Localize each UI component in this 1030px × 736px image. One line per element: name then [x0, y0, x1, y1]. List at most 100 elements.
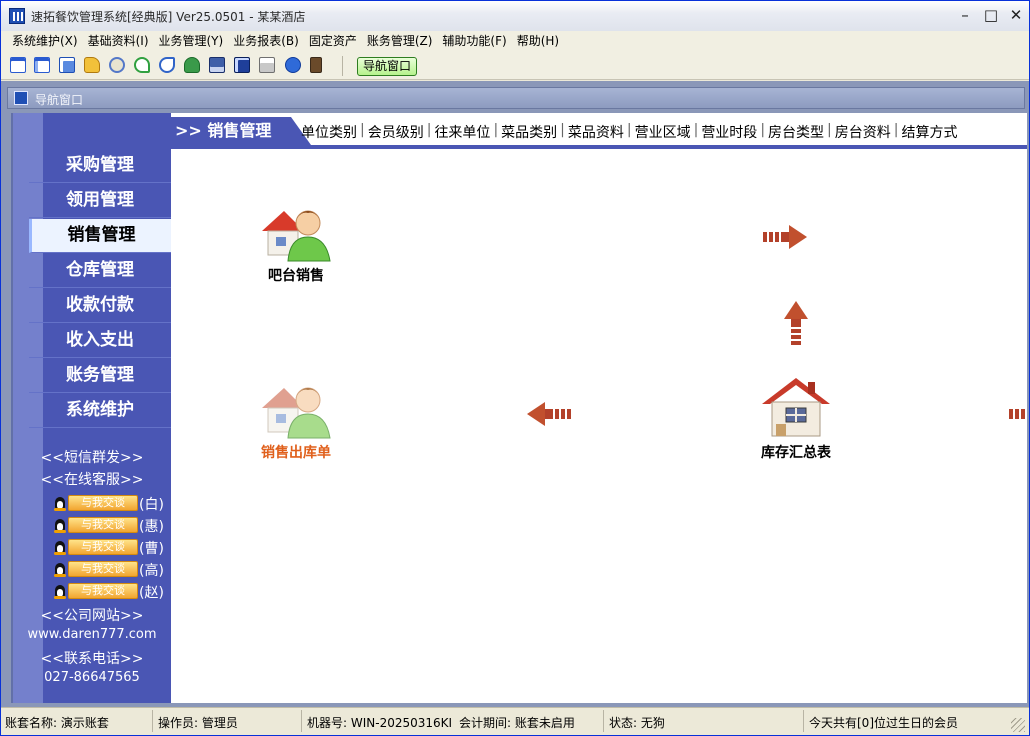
nav-item-accounting[interactable]: 账务管理	[29, 359, 171, 393]
window-icon[interactable]	[10, 57, 26, 73]
quick-link-business-area[interactable]: 营业区域	[633, 122, 693, 142]
qq-penguin-icon	[53, 539, 67, 555]
sms-link[interactable]: <<短信群发>>	[13, 447, 171, 467]
minimize-button[interactable]: –	[953, 5, 977, 25]
menu-business[interactable]: 业务管理(Y)	[154, 31, 229, 52]
nav-item-payments[interactable]: 收款付款	[29, 289, 171, 323]
link-separator: |	[827, 122, 832, 138]
menu-system[interactable]: 系统维护(X)	[7, 31, 83, 52]
help-icon[interactable]	[285, 57, 301, 73]
nav-window-button[interactable]: 导航窗口	[357, 57, 417, 76]
quick-link-table-type[interactable]: 房台类型	[766, 122, 826, 142]
quick-link-settlement[interactable]: 结算方式	[899, 122, 959, 142]
flow-node-sales-outbound[interactable]: 销售出库单	[241, 374, 351, 462]
status-birthday: 今天共有[0]位过生日的会员	[809, 716, 958, 730]
status-bar: 账套名称: 演示账套 操作员: 管理员 机器号: WIN-20250316KI …	[1, 707, 1029, 735]
quick-link-member-level[interactable]: 会员级别	[366, 122, 426, 142]
title-bar: 速拓餐饮管理系统[经典版] Ver25.0501 - 某某酒店 – □ ✕	[1, 1, 1029, 31]
qq-penguin-icon	[53, 495, 67, 511]
qq-contact-name: (惠)	[139, 519, 164, 535]
nav-item-requisition[interactable]: 领用管理	[29, 184, 171, 218]
toolbar-separator	[342, 56, 343, 76]
qq-penguin-icon	[53, 517, 67, 533]
qq-chat-button[interactable]: 与我交谈	[68, 561, 138, 577]
content-header: >> 销售管理 单位类别 | 会员级别 | 往来单位 | 菜品类别 | 菜品资料…	[171, 113, 1027, 149]
arrow-right-icon	[761, 224, 809, 253]
link-separator: |	[426, 122, 432, 138]
link-separator: |	[693, 122, 699, 138]
key-icon[interactable]	[84, 57, 100, 73]
phone-label: <<联系电话>>	[40, 651, 144, 667]
flow-node-inventory-summary[interactable]: 库存汇总表	[741, 374, 851, 462]
menu-tools[interactable]: 辅助功能(F)	[437, 31, 511, 52]
status-period: 会计期间: 账套未启用	[459, 716, 575, 730]
maximize-button[interactable]: □	[979, 5, 1003, 25]
keyboard-icon[interactable]	[209, 57, 225, 73]
status-machine: 机器号: WIN-20250316KI	[307, 716, 453, 730]
search-icon[interactable]	[109, 57, 125, 73]
nav-item-system[interactable]: 系统维护	[29, 394, 171, 428]
menu-basic-data[interactable]: 基础资料(I)	[83, 31, 154, 52]
qq-chat-button[interactable]: 与我交谈	[68, 583, 138, 599]
child-window-title: 导航窗口	[35, 93, 84, 107]
qq-chat-button[interactable]: 与我交谈	[68, 517, 138, 533]
menu-bar: 系统维护(X) 基础资料(I) 业务管理(Y) 业务报表(B) 固定资产 账务管…	[1, 31, 1029, 52]
qq-contact-name: (赵)	[139, 585, 164, 601]
nav-item-income-expense[interactable]: 收入支出	[29, 324, 171, 358]
quick-link-dish-category[interactable]: 菜品类别	[499, 122, 559, 142]
quick-links: 单位类别 | 会员级别 | 往来单位 | 菜品类别 | 菜品资料 | 营业区域 …	[299, 122, 959, 142]
link-separator: |	[360, 122, 365, 138]
link-separator: |	[893, 122, 899, 138]
menu-accounting[interactable]: 账务管理(Z)	[362, 31, 438, 52]
qq-penguin-icon	[53, 583, 67, 599]
link-separator: |	[760, 122, 766, 138]
child-window-icon	[14, 91, 28, 105]
phone-number: 027-86647565	[44, 670, 140, 685]
quick-link-partners[interactable]: 往来单位	[432, 122, 492, 142]
print-icon[interactable]	[259, 57, 275, 73]
flow-node-label: 销售出库单	[261, 445, 331, 461]
nav-item-sales[interactable]: 销售管理	[29, 219, 171, 253]
arrow-up-icon	[783, 299, 809, 352]
windows-icon[interactable]	[59, 57, 75, 73]
qq-contact-name: (曹)	[139, 541, 164, 557]
flow-node-bar-sales[interactable]: 吧台销售	[241, 197, 351, 285]
mdi-area: 导航窗口 采购管理 领用管理 销售管理 仓库管理 收款付款 收入支出 账务管理 …	[1, 81, 1029, 707]
flow-node-label: 库存汇总表	[761, 445, 831, 461]
left-nav: 采购管理 领用管理 销售管理 仓库管理 收款付款 收入支出 账务管理 系统维护 …	[13, 113, 171, 703]
users-icon[interactable]	[184, 57, 200, 73]
qq-chat-button[interactable]: 与我交谈	[68, 539, 138, 555]
form-icon[interactable]	[34, 57, 50, 73]
menu-fixed-assets[interactable]: 固定资产	[304, 31, 362, 52]
person-house-icon	[258, 374, 334, 440]
status-account: 账套名称: 演示账套	[5, 716, 109, 730]
quick-link-business-period[interactable]: 营业时段	[699, 122, 759, 142]
quick-link-unit-category[interactable]: 单位类别	[299, 122, 359, 142]
exit-icon[interactable]	[310, 57, 322, 73]
qq-contact-name: (白)	[139, 497, 164, 513]
window-title: 速拓餐饮管理系统[经典版] Ver25.0501 - 某某酒店	[31, 10, 306, 24]
menu-reports[interactable]: 业务报表(B)	[228, 31, 304, 52]
website-label[interactable]: <<公司网站>>	[13, 605, 171, 625]
website-link[interactable]: www.daren777.com	[13, 627, 171, 642]
save-icon[interactable]	[234, 57, 250, 73]
child-window-titlebar[interactable]: 导航窗口	[7, 87, 1025, 109]
refresh-alt-icon[interactable]	[159, 57, 175, 73]
quick-link-table-data[interactable]: 房台资料	[833, 122, 893, 142]
person-house-icon	[258, 197, 334, 263]
nav-item-warehouse[interactable]: 仓库管理	[29, 254, 171, 288]
nav-top-band	[43, 113, 171, 149]
app-logo-icon	[9, 8, 25, 24]
qq-chat-button[interactable]: 与我交谈	[68, 495, 138, 511]
quick-link-dish-data[interactable]: 菜品资料	[566, 122, 626, 142]
flow-node-label: 吧台销售	[268, 268, 324, 284]
refresh-icon[interactable]	[134, 57, 150, 73]
toolbar: 导航窗口	[1, 52, 1029, 80]
qq-penguin-icon	[53, 561, 67, 577]
arrow-left-icon	[525, 401, 573, 430]
online-service-link[interactable]: <<在线客服>>	[13, 469, 171, 489]
close-button[interactable]: ✕	[1004, 5, 1028, 25]
menu-help[interactable]: 帮助(H)	[512, 31, 564, 52]
nav-item-purchase[interactable]: 采购管理	[29, 149, 171, 183]
resize-grip-icon[interactable]	[1011, 718, 1025, 732]
